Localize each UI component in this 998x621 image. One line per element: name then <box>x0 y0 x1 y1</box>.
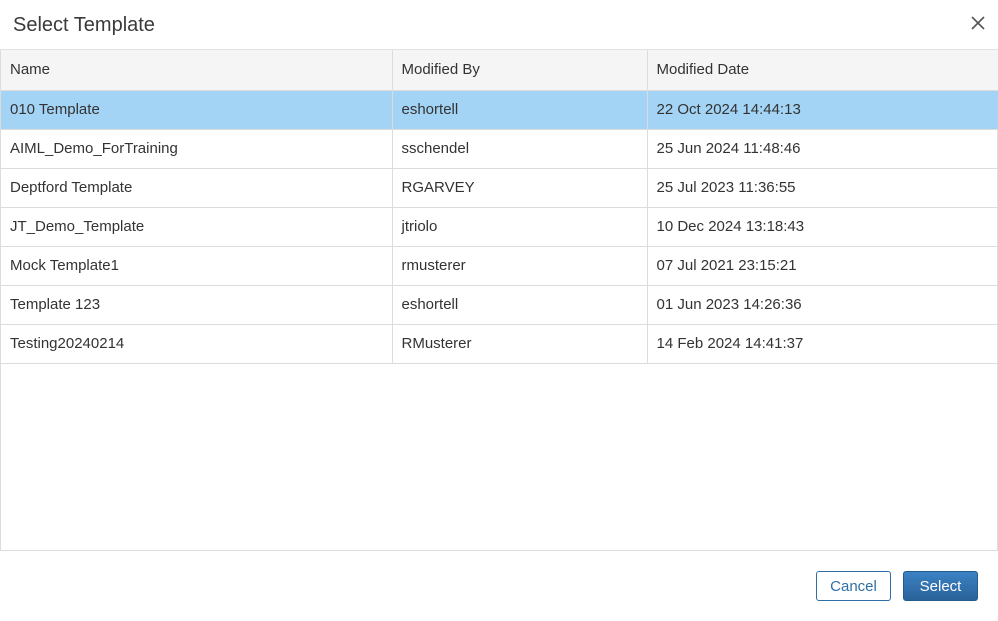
cell-modified-by: eshortell <box>392 285 648 325</box>
dialog-header: Select Template <box>0 0 998 50</box>
template-table: Name Modified By Modified Date 010 Templ… <box>1 50 998 364</box>
close-icon <box>971 16 985 30</box>
cell-modified-date: 25 Jul 2023 11:36:55 <box>647 168 998 208</box>
table-row[interactable]: Template 123 eshortell 01 Jun 2023 14:26… <box>1 285 998 325</box>
table-row[interactable]: Mock Template1 rmusterer 07 Jul 2021 23:… <box>1 246 998 286</box>
cell-modified-date: 22 Oct 2024 14:44:13 <box>647 90 998 130</box>
cell-modified-date: 07 Jul 2021 23:15:21 <box>647 246 998 286</box>
cell-modified-by: RMusterer <box>392 324 648 364</box>
cell-modified-date: 14 Feb 2024 14:41:37 <box>647 324 998 364</box>
column-header-modified-by[interactable]: Modified By <box>392 50 648 91</box>
table-row[interactable]: AIML_Demo_ForTraining sschendel 25 Jun 2… <box>1 129 998 169</box>
cell-modified-by: eshortell <box>392 90 648 130</box>
cell-name: JT_Demo_Template <box>1 207 393 247</box>
cell-name: Template 123 <box>1 285 393 325</box>
column-header-modified-date[interactable]: Modified Date <box>647 50 998 91</box>
close-button[interactable] <box>968 13 988 33</box>
table-row[interactable]: Testing20240214 RMusterer 14 Feb 2024 14… <box>1 324 998 364</box>
table-row[interactable]: 010 Template eshortell 22 Oct 2024 14:44… <box>1 90 998 130</box>
cell-name: 010 Template <box>1 90 393 130</box>
select-button[interactable]: Select <box>903 571 978 601</box>
cell-modified-by: RGARVEY <box>392 168 648 208</box>
cell-modified-date: 25 Jun 2024 11:48:46 <box>647 129 998 169</box>
table-row[interactable]: JT_Demo_Template jtriolo 10 Dec 2024 13:… <box>1 207 998 247</box>
cell-modified-by: sschendel <box>392 129 648 169</box>
cell-name: Deptford Template <box>1 168 393 208</box>
template-grid: Name Modified By Modified Date 010 Templ… <box>0 50 998 551</box>
cell-modified-by: jtriolo <box>392 207 648 247</box>
dialog-footer: Cancel Select <box>0 551 998 621</box>
cell-modified-date: 01 Jun 2023 14:26:36 <box>647 285 998 325</box>
column-header-name[interactable]: Name <box>1 50 393 91</box>
cell-name: Mock Template1 <box>1 246 393 286</box>
cell-modified-by: rmusterer <box>392 246 648 286</box>
cell-modified-date: 10 Dec 2024 13:18:43 <box>647 207 998 247</box>
table-header-row: Name Modified By Modified Date <box>1 50 998 91</box>
cell-name: AIML_Demo_ForTraining <box>1 129 393 169</box>
cancel-button[interactable]: Cancel <box>816 571 891 601</box>
table-row[interactable]: Deptford Template RGARVEY 25 Jul 2023 11… <box>1 168 998 208</box>
cell-name: Testing20240214 <box>1 324 393 364</box>
dialog-title: Select Template <box>13 14 155 36</box>
select-template-dialog: Select Template Name Modified By Modifie… <box>0 0 998 621</box>
